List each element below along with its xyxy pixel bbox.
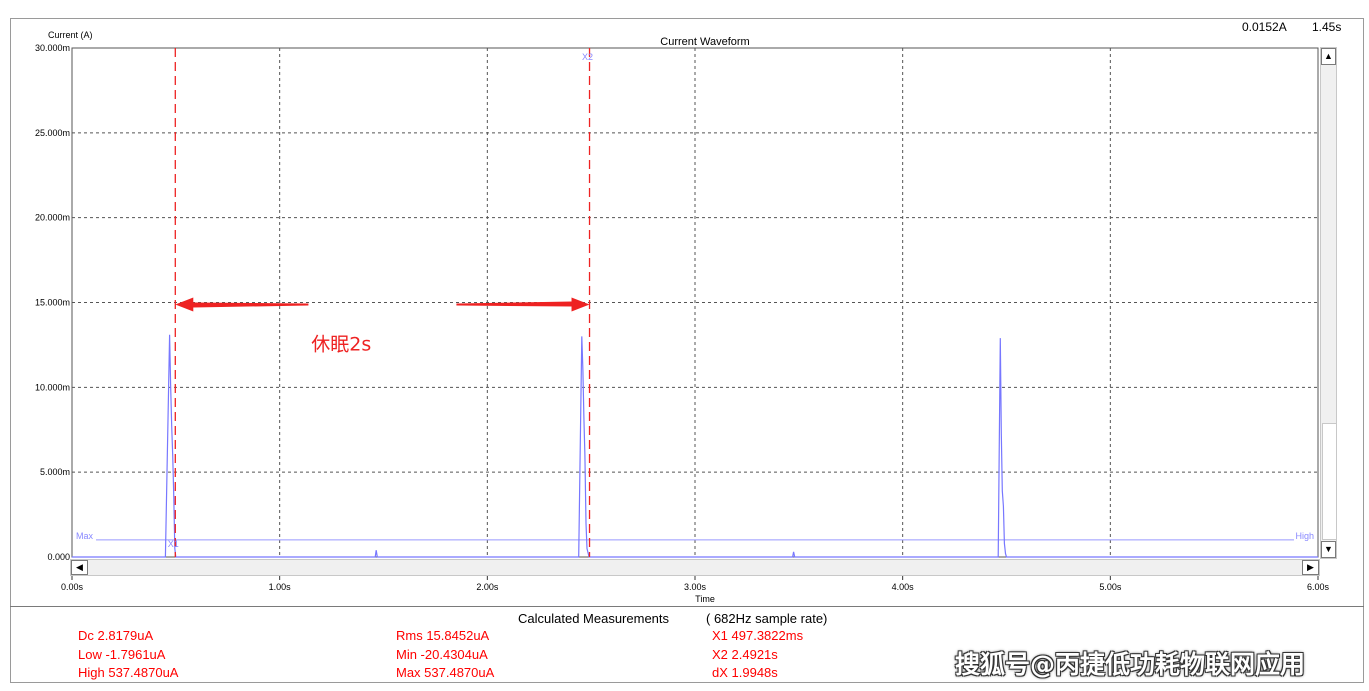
annotation-sleep-label: 休眠2s [311, 334, 371, 356]
x-tick-label: 2.00s [476, 582, 499, 592]
vertical-scroll-thumb[interactable] [1322, 423, 1337, 540]
triangle-down-icon[interactable]: ▼ [1321, 541, 1336, 558]
x-tick-label: 1.00s [269, 582, 292, 592]
sample-rate-label: ( 682Hz sample rate) [706, 611, 828, 626]
measurement-rms: Rms 15.8452uA [396, 628, 490, 643]
x-tick-label: 6.00s [1307, 582, 1330, 592]
y-tick-label: 10.000m [35, 382, 70, 392]
y-tick-label: 20.000m [35, 213, 70, 223]
watermark-text: 搜狐号@丙捷低功耗物联网应用 [955, 650, 1306, 679]
y-tick-label: 0.000 [47, 552, 70, 562]
measurements-title: Calculated Measurements [518, 611, 670, 626]
measurement-max: Max 537.4870uA [396, 665, 495, 680]
measurement-x2: X2 2.4921s [712, 647, 778, 662]
high-level-label: High [1295, 531, 1314, 541]
y-axis-label: Current (A) [48, 30, 93, 40]
measurement-high: High 537.4870uA [78, 665, 179, 680]
measurement-min: Min -20.4304uA [396, 647, 488, 662]
horizontal-scrollbar[interactable]: ◀ ▶ [70, 559, 1320, 576]
x-tick-label: 4.00s [892, 582, 915, 592]
triangle-right-icon[interactable]: ▶ [1302, 560, 1319, 575]
chart-title: Current Waveform [660, 36, 749, 48]
measurement-dx: dX 1.9948s [712, 665, 778, 680]
vertical-scrollbar[interactable]: ▲ ▼ [1320, 47, 1337, 559]
x-tick-label: 3.00s [684, 582, 707, 592]
triangle-up-icon[interactable]: ▲ [1321, 48, 1336, 65]
y-tick-label: 30.000m [35, 43, 70, 53]
cursor-label-x2: X2 [582, 52, 593, 62]
cursor-label-x1: X1 [168, 539, 179, 549]
x-axis-label: Time [695, 594, 715, 604]
y-tick-label: 5.000m [40, 467, 70, 477]
measurement-dc: Dc 2.8179uA [78, 628, 154, 643]
measurement-low: Low -1.7961uA [78, 647, 166, 662]
triangle-left-icon[interactable]: ◀ [71, 560, 88, 575]
current-waveform-chart: 0.00s 1.00s 2.00s 3.00s 4.00s 5.00s 6.00s 0.000… [35, 30, 1330, 604]
x-tick-label: 5.00s [1099, 582, 1122, 592]
max-level-label: Max [76, 531, 94, 541]
y-tick-label: 15.000m [35, 298, 70, 308]
x-tick-label: 0.00s [61, 582, 84, 592]
measurement-x1: X1 497.3822ms [712, 628, 804, 643]
y-tick-label: 25.000m [35, 128, 70, 138]
